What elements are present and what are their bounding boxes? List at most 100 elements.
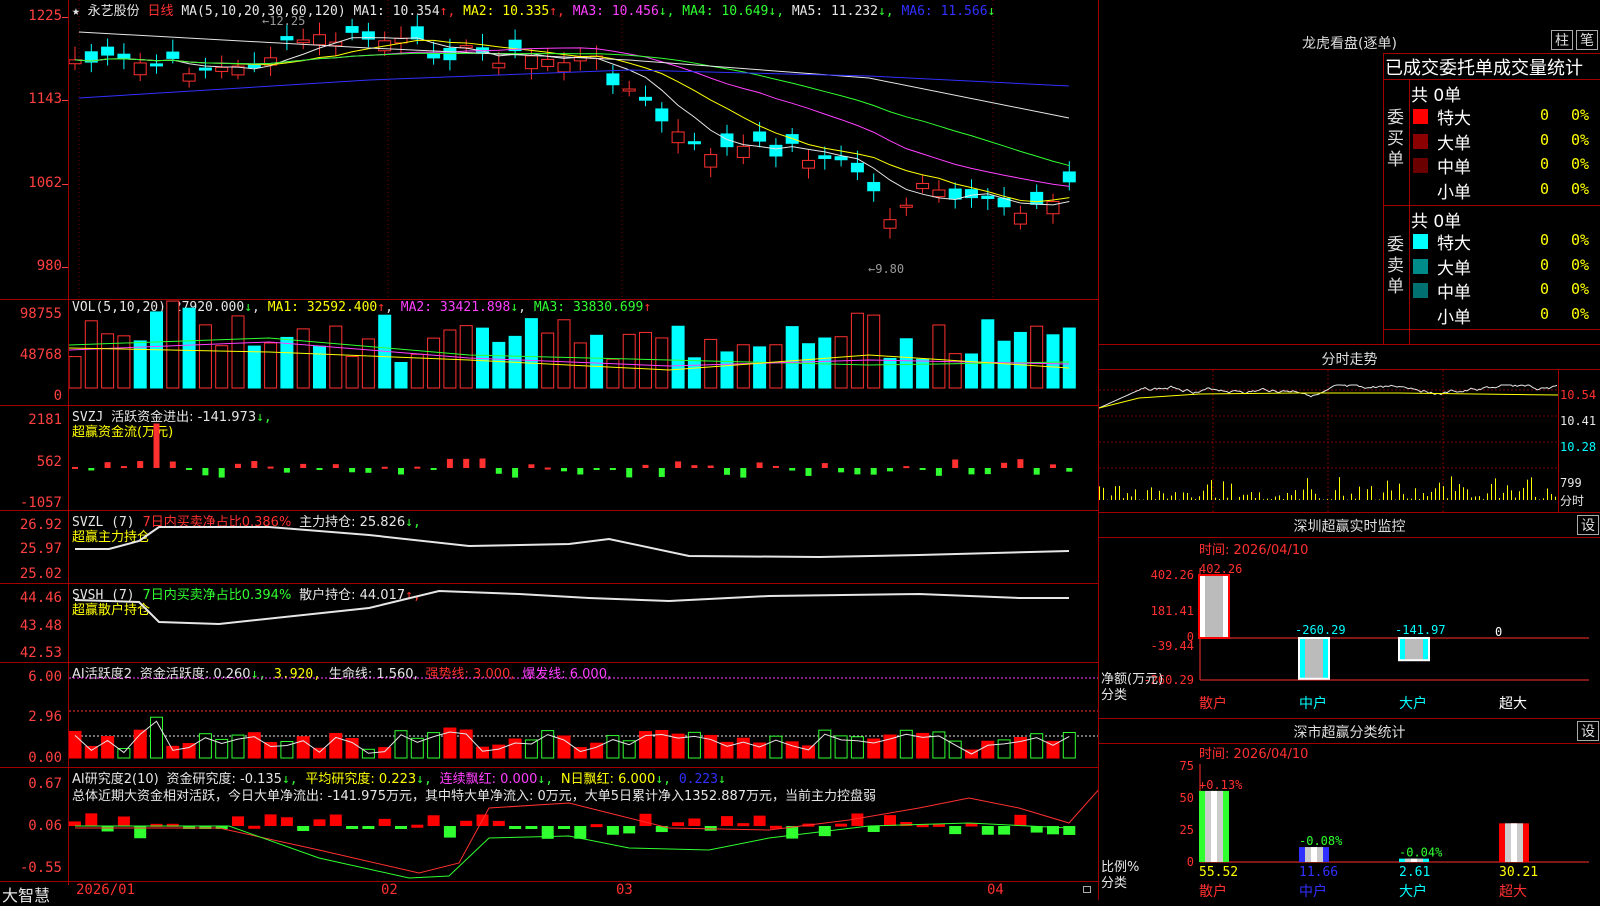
pen-mode-button[interactable]: 笔 — [1576, 30, 1598, 50]
ai-research-chart — [69, 768, 1098, 882]
volume-bar — [1047, 335, 1059, 388]
ai-active-bar — [525, 740, 537, 758]
candle — [803, 160, 815, 168]
ai-active-panel[interactable]: AI活跃度2 资金活跃度: 0.260↓, 3.920, 生命线: 1.560,… — [0, 663, 1098, 767]
volume-bar — [998, 341, 1010, 388]
intraday-volume-bar — [1551, 494, 1552, 500]
candlestick-chart[interactable] — [69, 0, 1098, 300]
ai-research-bar — [868, 826, 880, 832]
intraday-volume-bar — [1447, 498, 1448, 500]
volume-bar — [411, 354, 423, 388]
x-axis-label: 03 — [616, 882, 633, 898]
ai-research-bar — [346, 826, 358, 829]
sz-class-y-label: 25 — [1180, 823, 1194, 837]
candle — [656, 109, 668, 121]
x-axis-label: 02 — [381, 882, 398, 898]
svzj-bar — [1050, 464, 1056, 468]
ma2-line — [75, 40, 1069, 201]
bar-mode-button[interactable]: 柱 — [1551, 30, 1573, 50]
ai-research-bar — [835, 824, 847, 827]
intraday-volume-bar — [1163, 493, 1164, 500]
svsh-panel[interactable]: SVSH (7) 7日内买卖净占比0.394% 散户持仓: 44.017↑, 超… — [0, 584, 1098, 662]
price-chart-panel[interactable]: ★ 永艺股份 日线 MA(5,10,20,30,60,120) MA1: 10.… — [0, 0, 1098, 300]
intraday-volume-bar — [1371, 486, 1372, 500]
ai-research-bar — [85, 813, 97, 826]
candle — [248, 65, 260, 67]
ai-active-bar — [379, 748, 391, 758]
intraday-volume-bar — [1411, 499, 1412, 500]
volume-bar — [395, 362, 407, 388]
intraday-panel[interactable]: 分时走势 10.54 10.41 10.28 799 分时 — [1099, 344, 1600, 512]
ai-research-bar — [362, 826, 374, 829]
ai-research-bar — [982, 826, 994, 835]
candle — [982, 196, 994, 198]
svzj-panel[interactable]: SVZJ 活跃资金进出: -141.973↓, 超赢资金流(万元) 2181 5… — [0, 406, 1098, 510]
svzj-bar — [724, 468, 730, 475]
svzj-bar — [1001, 463, 1007, 468]
candle — [835, 157, 847, 160]
price-y-label: 1062 — [0, 175, 62, 191]
row-percent: 0% — [1571, 180, 1589, 198]
sz-monitor-y-label: -39.44 — [1151, 639, 1194, 653]
svzj-bar — [186, 468, 192, 470]
bar-highlight — [1305, 638, 1323, 679]
volume-bar — [216, 346, 228, 388]
svzj-bar — [1017, 459, 1023, 468]
volume-bar — [85, 321, 97, 388]
svzj-bar — [154, 424, 160, 468]
sz-class-change-label: +0.13% — [1199, 778, 1243, 792]
ai-research-bar — [102, 826, 114, 831]
ai-research-panel[interactable]: AI研究度2(10) 资金研究度: -0.135↓, 平均研究度: 0.223↓… — [0, 768, 1098, 882]
volume-panel[interactable]: VOL(5,10,20) 27920.000↓, MA1: 32592.400↑… — [0, 300, 1098, 405]
dragon-header: 已成交委托单成交量统计 — [1385, 54, 1583, 80]
bar-shine — [1211, 791, 1217, 862]
svzj-bar — [594, 468, 600, 470]
ai-active-bar — [297, 737, 309, 758]
svzj-bar — [105, 462, 111, 468]
candle — [167, 52, 179, 58]
svzj-bar — [643, 465, 649, 468]
sz-class-y-label: 75 — [1180, 759, 1194, 773]
sz-class-settings-button[interactable]: 设 — [1577, 721, 1599, 741]
dragon-panel[interactable]: 龙虎看盘(逐单) 柱 笔 已成交委托单成交量统计 委买单 共 0单 委卖单 共 … — [1099, 0, 1600, 344]
row-percent: 0% — [1571, 106, 1589, 124]
sz-class-change-label: -0.04% — [1399, 846, 1443, 860]
intraday-volume-bar — [1471, 497, 1472, 500]
bar-shine — [1511, 823, 1517, 862]
sz-monitor-title: 深圳超赢实时监控 — [1099, 516, 1600, 536]
intraday-volume-bar — [1283, 499, 1284, 500]
sz-monitor-panel[interactable]: 深圳超赢实时监控 设 时间: 2026/04/10 402.26181.410-… — [1099, 512, 1600, 718]
ai-active-bar — [982, 741, 994, 758]
row-name: 特大 — [1437, 104, 1471, 129]
sz-class-title: 深市超赢分类统计 — [1099, 722, 1600, 742]
intraday-chart — [1099, 370, 1558, 512]
intraday-volume-bar — [1119, 486, 1120, 500]
ai-active-bar — [884, 735, 896, 758]
svzj-bar — [675, 461, 681, 468]
candle — [183, 74, 195, 81]
sz-monitor-bar-label: 0 — [1495, 625, 1502, 639]
ai-research-bar — [297, 826, 309, 831]
ai-research-bar — [721, 816, 733, 826]
sz-monitor-settings-button[interactable]: 设 — [1577, 515, 1599, 535]
svzj-bar — [740, 468, 746, 478]
volume-bar — [428, 338, 440, 388]
row-value: 0 — [1529, 131, 1549, 149]
ai-research-bar — [558, 826, 570, 829]
svzl-y-label: 25.02 — [0, 566, 62, 582]
intraday-volume-bar — [1507, 485, 1508, 500]
sz-class-panel[interactable]: 深市超赢分类统计 设 时间: 2026/04/10 7550250+0.13%5… — [1099, 718, 1600, 900]
intraday-volume-bar — [1203, 491, 1204, 500]
lock-icon[interactable] — [1083, 886, 1091, 893]
ai-active-bar — [265, 743, 277, 758]
volume-bar — [1063, 328, 1075, 388]
high-marker: ←12.25 — [262, 14, 305, 28]
ai-research-bar — [966, 823, 978, 826]
price-y-label: 1143 — [0, 91, 62, 107]
svzl-panel[interactable]: SVZL (7) 7日内买卖净占比0.386% 主力持仓: 25.826↓, 超… — [0, 511, 1098, 583]
svzj-bar — [626, 468, 632, 477]
svzj-y-label: 562 — [0, 454, 62, 470]
sz-class-bar — [1199, 791, 1229, 862]
ai-research-bar — [640, 814, 652, 826]
intraday-volume-bar — [1511, 490, 1512, 500]
